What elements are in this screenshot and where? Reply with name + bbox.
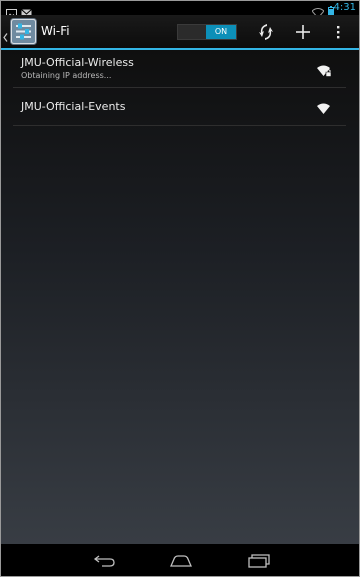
wifi-network-list: JMU-Official-Wireless Obtaining IP addre… [1, 50, 359, 544]
wifi-lock-icon [317, 62, 332, 77]
network-item-jmu-official-events[interactable]: JMU-Official-Events [1, 88, 359, 126]
wifi-signal-icon [317, 100, 332, 114]
wifi-toggle-state: ON [206, 25, 236, 39]
screen: 4:31 Wi-Fi ON JMU-Official-Wireless Obta… [0, 0, 360, 577]
up-caret-icon[interactable] [3, 27, 8, 46]
recent-apps-icon[interactable] [247, 553, 271, 572]
network-name: JMU-Official-Events [21, 100, 126, 113]
divider [13, 125, 346, 126]
action-bar: Wi-Fi ON [1, 15, 359, 48]
status-bar: 4:31 [1, 1, 359, 19]
back-icon[interactable] [93, 553, 117, 572]
network-status: Obtaining IP address... [21, 71, 112, 80]
wifi-toggle[interactable]: ON [177, 24, 237, 40]
add-network-icon[interactable] [294, 23, 314, 43]
overflow-menu-icon[interactable] [335, 23, 355, 43]
wps-icon[interactable] [257, 23, 277, 43]
home-icon[interactable] [169, 553, 193, 572]
settings-app-icon[interactable] [10, 18, 37, 45]
network-item-jmu-official-wireless[interactable]: JMU-Official-Wireless Obtaining IP addre… [1, 50, 359, 88]
page-title: Wi-Fi [41, 24, 70, 38]
network-name: JMU-Official-Wireless [21, 56, 134, 69]
navigation-bar [1, 544, 359, 576]
status-time: 4:31 [333, 2, 356, 13]
